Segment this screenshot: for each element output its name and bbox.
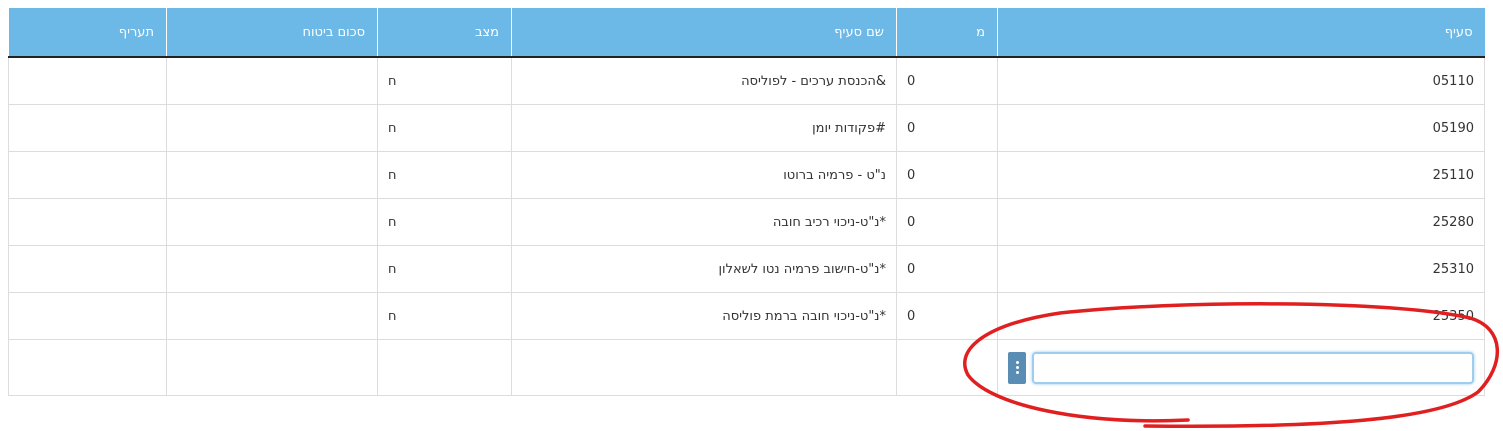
cell-schum-bituach[interactable] xyxy=(166,104,378,152)
cell-schum-bituach[interactable] xyxy=(166,245,378,293)
column-header-matzav[interactable]: מצב xyxy=(377,8,512,58)
cell-shem-seif[interactable]: &הכנסת ערכים - לפוליסה xyxy=(511,56,897,105)
cell-schum-bituach[interactable] xyxy=(166,292,378,340)
cell-schum-bituach[interactable] xyxy=(166,56,378,105)
data-grid: סעיף מ שם סעיף מצב סכום ביטוח תעריף 0511… xyxy=(8,8,1485,396)
cell-shem-seif[interactable]: *נ"ט-ניכוי חובה ברמת פוליסה xyxy=(511,292,897,340)
cell-shem-seif[interactable]: נ"ט - פרמיה ברוטו xyxy=(511,151,897,199)
seif-editor xyxy=(1008,351,1474,384)
cell-matzav[interactable]: ח xyxy=(377,198,512,246)
cell-mem[interactable]: 0 xyxy=(896,198,998,246)
table-row[interactable]: 05110 0 &הכנסת ערכים - לפוליסה ח xyxy=(8,56,1485,105)
cell-taarif[interactable] xyxy=(8,151,167,199)
cell-schum-bituach[interactable] xyxy=(166,151,378,199)
cell-shem-seif[interactable]: #פקודות יומן xyxy=(511,104,897,152)
cell-seif-editor xyxy=(997,339,1485,396)
cell-matzav[interactable]: ח xyxy=(377,104,512,152)
cell-taarif[interactable] xyxy=(8,56,167,105)
seif-input[interactable] xyxy=(1032,351,1474,384)
cell-mem[interactable]: 0 xyxy=(896,104,998,152)
cell-matzav[interactable]: ח xyxy=(377,151,512,199)
cell-shem-seif[interactable]: *נ"ט-חישוב פרמיה נטו לשאלון xyxy=(511,245,897,293)
header-row: סעיף מ שם סעיף מצב סכום ביטוח תעריף xyxy=(8,8,1485,58)
cell-seif[interactable]: 25310 xyxy=(997,245,1485,293)
cell-mem[interactable]: 0 xyxy=(896,151,998,199)
table-row[interactable]: 05190 0 #פקודות יומן ח xyxy=(8,104,1485,152)
cell-schum-bituach-empty[interactable] xyxy=(166,339,378,396)
cell-mem-empty[interactable] xyxy=(896,339,998,396)
cell-taarif[interactable] xyxy=(8,292,167,340)
table-row[interactable]: 25350 0 *נ"ט-ניכוי חובה ברמת פוליסה ח xyxy=(8,292,1485,340)
column-header-schum-bituach[interactable]: סכום ביטוח xyxy=(166,8,378,58)
cell-mem[interactable]: 0 xyxy=(896,292,998,340)
column-header-taarif[interactable]: תעריף xyxy=(8,8,167,58)
more-options-icon[interactable] xyxy=(1008,351,1026,384)
cell-seif[interactable]: 25110 xyxy=(997,151,1485,199)
cell-shem-seif-empty[interactable] xyxy=(511,339,897,396)
column-header-shem-seif[interactable]: שם סעיף xyxy=(511,8,897,58)
column-header-seif[interactable]: סעיף xyxy=(997,8,1485,58)
cell-taarif[interactable] xyxy=(8,198,167,246)
cell-shem-seif[interactable]: *נ"ט-ניכוי רכיב חובה xyxy=(511,198,897,246)
cell-matzav[interactable]: ח xyxy=(377,292,512,340)
cell-seif[interactable]: 25350 xyxy=(997,292,1485,340)
new-row[interactable] xyxy=(8,339,1485,396)
cell-seif[interactable]: 05110 xyxy=(997,56,1485,105)
cell-matzav[interactable]: ח xyxy=(377,56,512,105)
cell-mem[interactable]: 0 xyxy=(896,56,998,105)
cell-taarif[interactable] xyxy=(8,104,167,152)
cell-taarif-empty[interactable] xyxy=(8,339,167,396)
cell-matzav[interactable]: ח xyxy=(377,245,512,293)
cell-matzav-empty[interactable] xyxy=(377,339,512,396)
cell-mem[interactable]: 0 xyxy=(896,245,998,293)
cell-seif[interactable]: 05190 xyxy=(997,104,1485,152)
column-header-mem[interactable]: מ xyxy=(896,8,998,58)
cell-seif[interactable]: 25280 xyxy=(997,198,1485,246)
table-row[interactable]: 25280 0 *נ"ט-ניכוי רכיב חובה ח xyxy=(8,198,1485,246)
cell-taarif[interactable] xyxy=(8,245,167,293)
table-row[interactable]: 25110 0 נ"ט - פרמיה ברוטו ח xyxy=(8,151,1485,199)
table-row[interactable]: 25310 0 *נ"ט-חישוב פרמיה נטו לשאלון ח xyxy=(8,245,1485,293)
cell-schum-bituach[interactable] xyxy=(166,198,378,246)
